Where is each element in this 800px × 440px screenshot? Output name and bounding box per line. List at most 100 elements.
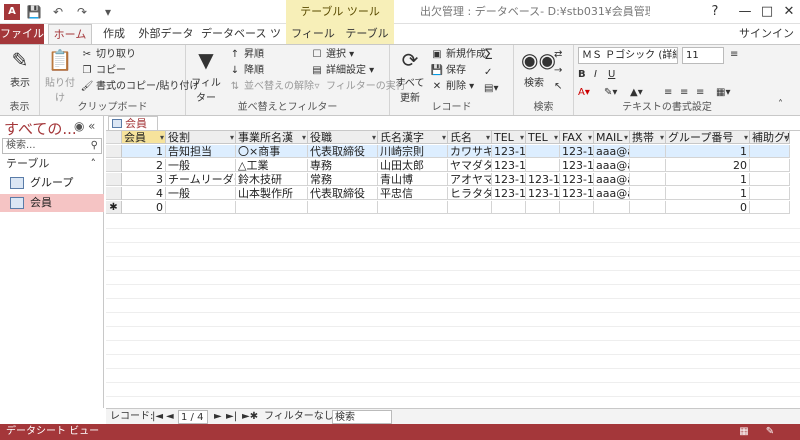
replace-button[interactable]: ⇄ [554,47,562,63]
cell-fax[interactable]: 123-1 [560,187,594,200]
cell-member-id[interactable]: 0 [122,201,166,214]
column-header-tel2[interactable]: TEL ▾ [526,131,560,144]
copy-button[interactable]: ❐ コピー [80,63,126,79]
cut-button[interactable]: ✂ 切り取り [80,47,136,63]
cell-role[interactable]: 一般 [166,159,236,172]
cell-mail[interactable] [594,201,630,214]
cell-company-name[interactable] [236,201,308,214]
nav-item-member-table[interactable]: 会員 [0,194,104,212]
cell-tel1[interactable]: 123-1 [492,159,526,172]
cell-name-kanji[interactable]: 川崎宗則 [378,145,448,158]
cell-mail[interactable]: aaa@aa [594,173,630,186]
tab-home[interactable]: ホーム [48,24,92,44]
cell-tel2[interactable] [526,159,560,172]
record-selector[interactable] [106,145,122,158]
cell-member-id[interactable]: 2 [122,159,166,172]
tab-file[interactable]: ファイル [0,24,44,44]
column-dropdown-icon[interactable]: ▾ [442,131,446,143]
find-button[interactable]: ◉◉ 検索 [516,47,556,89]
tab-database-tools[interactable]: データベース ツール [200,24,282,60]
cell-tel2[interactable]: 123-1 [526,187,560,200]
cell-name-kanji[interactable]: 青山博 [378,173,448,186]
cell-fax[interactable] [560,201,594,214]
cell-group-number[interactable]: 1 [666,145,750,158]
current-record-field[interactable]: 1 / 4 [178,410,208,424]
column-header-mobile[interactable]: 携帯 ▾ [630,131,666,144]
cell-name-kana[interactable]: カワサキ [448,145,492,158]
cell-mobile[interactable] [630,145,666,158]
cell-name-kana[interactable]: ヒラタダ [448,187,492,200]
cell-company-name[interactable]: 鈴木技研 [236,173,308,186]
column-dropdown-icon[interactable]: ▾ [624,131,628,143]
cell-member-id[interactable]: 3 [122,173,166,186]
datasheet-view-icon[interactable]: ▦ [736,425,752,439]
nav-collapse-icon[interactable]: « [88,119,95,133]
font-name-combo[interactable]: ＭＳ Ｐゴシック (詳細) [578,47,678,64]
cell-tel1[interactable]: 123-1 [492,145,526,158]
cell-member-id[interactable]: 1 [122,145,166,158]
column-dropdown-icon[interactable]: ▾ [160,131,164,143]
cell-name-kana[interactable] [448,201,492,214]
column-dropdown-icon[interactable]: ▾ [588,131,592,143]
column-header-tel1[interactable]: TEL ▾ [492,131,526,144]
record-selector[interactable] [106,159,122,172]
undo-icon[interactable]: ↶ [50,4,66,20]
tab-table[interactable]: テーブル [340,24,394,44]
goto-button[interactable]: → [554,63,562,79]
totals-button[interactable]: Σ [484,47,493,63]
no-filter-indicator[interactable]: フィルターなし [264,410,334,424]
cell-mobile[interactable] [630,187,666,200]
column-header-company-name[interactable]: 事業所名漢 ▾ [236,131,308,144]
paste-button[interactable]: 📋 貼り付け [42,47,78,104]
cell-sub-group[interactable] [750,201,790,214]
cell-name-kanji[interactable] [378,201,448,214]
nav-search-input[interactable]: 検索... ⚲ [2,138,102,154]
record-search-box[interactable]: 検索 [332,410,392,424]
column-dropdown-icon[interactable]: ▾ [230,131,234,143]
cell-name-kanji[interactable]: 山田太郎 [378,159,448,172]
column-header-mail[interactable]: MAIL ▾ [594,131,630,144]
cell-company-name[interactable]: △工業 [236,159,308,172]
save-record-button[interactable]: 💾 保存 [430,63,466,79]
cell-mail[interactable]: aaa@aa [594,145,630,158]
column-header-member-id[interactable]: 会員 ▾ [122,131,166,144]
filter-button[interactable]: ▼ フィルター [188,47,224,104]
nav-section-tables[interactable]: テーブル ˄ [0,156,104,172]
next-record-button[interactable]: ► [214,410,222,424]
cell-tel1[interactable] [492,201,526,214]
tab-create[interactable]: 作成 [96,24,132,44]
clear-sort-button[interactable]: ⇅ 並べ替えの解除 [228,79,314,95]
bold-button[interactable]: B [578,67,586,83]
selection-filter-button[interactable]: ☐ 選択 ▾ [310,47,355,63]
cell-group-number[interactable]: 1 [666,173,750,186]
column-dropdown-icon[interactable]: ▾ [744,131,748,143]
cell-member-id[interactable]: 4 [122,187,166,200]
cell-position[interactable] [308,201,378,214]
cell-tel2[interactable] [526,145,560,158]
cell-role[interactable]: 告知担当 [166,145,236,158]
nav-menu-chevron-icon[interactable]: ◉ [74,119,84,133]
redo-icon[interactable]: ↷ [74,4,90,20]
doc-tab-member[interactable]: 会員 [108,116,158,130]
last-record-button[interactable]: ►| [226,410,237,424]
italic-button[interactable]: I [594,67,597,83]
collapse-ribbon-icon[interactable]: ˄ [778,97,783,113]
spelling-button[interactable]: ✓ [484,65,492,81]
cell-position[interactable]: 常務 [308,173,378,186]
previous-record-button[interactable]: ◄ [166,410,174,424]
record-selector[interactable] [106,173,122,186]
cell-tel2[interactable]: 123-1 [526,173,560,186]
cell-position[interactable]: 専務 [308,159,378,172]
cell-tel2[interactable] [526,201,560,214]
column-dropdown-icon[interactable]: ▾ [554,131,558,143]
design-view-status-icon[interactable]: ✎ [762,425,778,439]
column-header-sub-group[interactable]: 補助グル▾ [750,131,790,144]
cell-mobile[interactable] [630,173,666,186]
cell-tel1[interactable]: 123-1 [492,187,526,200]
nav-item-group-table[interactable]: グループ [0,174,104,192]
sort-ascending-button[interactable]: ↑ 昇順 [228,47,264,63]
sort-descending-button[interactable]: ↓ 降順 [228,63,264,79]
cell-position[interactable]: 代表取締役 [308,145,378,158]
refresh-all-button[interactable]: ⟳ すべて更新 [392,47,428,104]
list-icon-buttons[interactable]: ≡ [730,47,738,63]
